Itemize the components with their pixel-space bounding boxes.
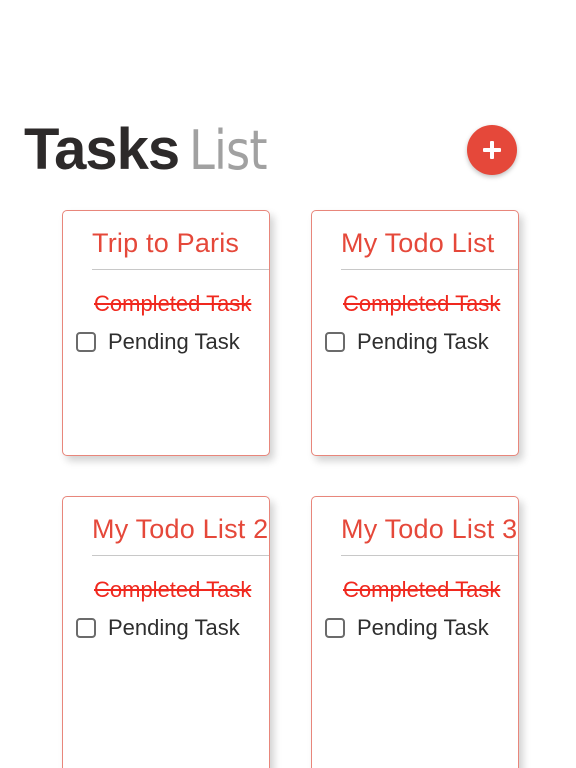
add-list-button[interactable] xyxy=(467,125,517,175)
task-list-card: My Todo List Completed Task Pending Task xyxy=(311,210,519,456)
page-title-light: List xyxy=(189,119,268,182)
pending-task: Pending Task xyxy=(325,328,518,356)
completed-task[interactable]: Completed Task xyxy=(94,576,269,604)
page-title-bold: Tasks xyxy=(24,117,180,182)
pending-task: Pending Task xyxy=(76,328,269,356)
task-list-card: My Todo List 2 Completed Task Pending Ta… xyxy=(62,496,270,768)
list-title[interactable]: My Todo List xyxy=(341,225,518,270)
task-checkbox[interactable] xyxy=(325,332,345,352)
completed-task[interactable]: Completed Task xyxy=(94,290,269,318)
list-title[interactable]: Trip to Paris xyxy=(92,225,269,270)
task-checkbox[interactable] xyxy=(76,332,96,352)
task-list-card: Trip to Paris Completed Task Pending Tas… xyxy=(62,210,270,456)
pending-task: Pending Task xyxy=(76,614,269,642)
page-title: Tasks List xyxy=(24,117,280,183)
task-checkbox[interactable] xyxy=(76,618,96,638)
tasks-page: Tasks List Trip to Paris Completed Task … xyxy=(0,0,576,768)
pending-task: Pending Task xyxy=(325,614,518,642)
list-title[interactable]: My Todo List 3 xyxy=(341,511,518,556)
list-title[interactable]: My Todo List 2 xyxy=(92,511,269,556)
pending-task-label[interactable]: Pending Task xyxy=(357,614,489,642)
pending-task-label[interactable]: Pending Task xyxy=(108,328,240,356)
pending-task-label[interactable]: Pending Task xyxy=(357,328,489,356)
task-checkbox[interactable] xyxy=(325,618,345,638)
completed-task[interactable]: Completed Task xyxy=(343,290,518,318)
completed-task[interactable]: Completed Task xyxy=(343,576,518,604)
pending-task-label[interactable]: Pending Task xyxy=(108,614,240,642)
plus-icon xyxy=(483,141,501,159)
task-list-card: My Todo List 3 Completed Task Pending Ta… xyxy=(311,496,519,768)
